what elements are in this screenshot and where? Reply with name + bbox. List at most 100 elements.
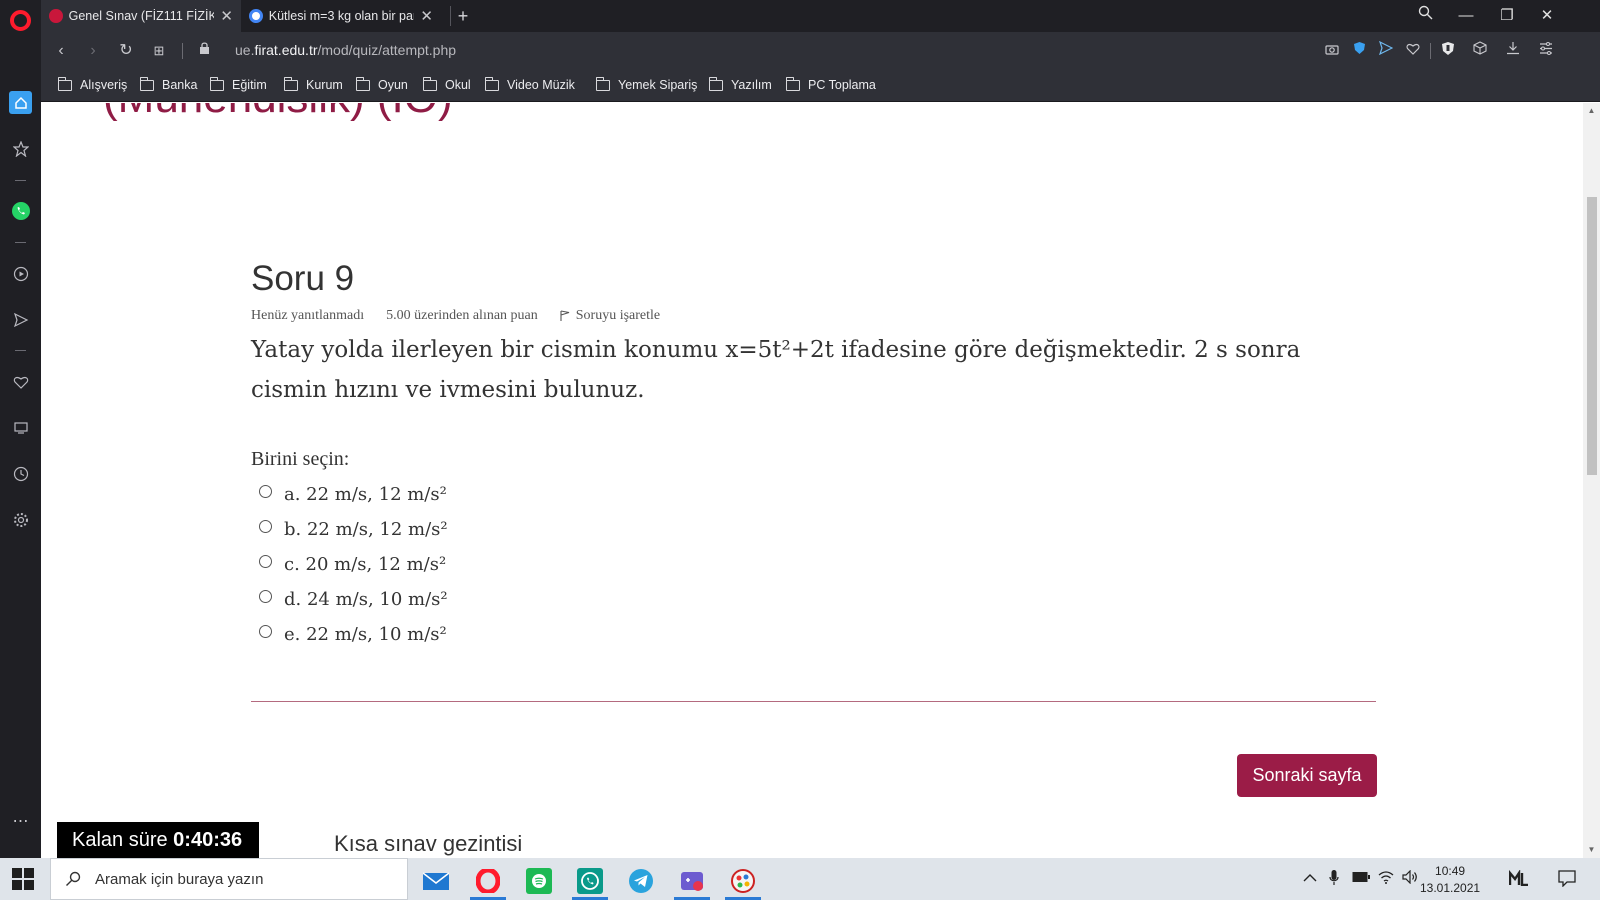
new-tab-button[interactable]: +: [452, 4, 474, 28]
radio-button[interactable]: [259, 555, 272, 568]
timer-value: 0:40:36: [173, 829, 243, 851]
flag-icon: [560, 310, 569, 321]
bookmark-folder[interactable]: Yemek Sipariş: [596, 76, 697, 92]
google-favicon-icon: [249, 9, 263, 23]
more-dots-icon[interactable]: ⋯: [9, 809, 32, 832]
scroll-down-icon[interactable]: ▼: [1586, 845, 1597, 855]
close-icon[interactable]: ✕: [420, 7, 433, 25]
tray-expand-chevron-icon[interactable]: [1303, 870, 1317, 886]
shield-icon[interactable]: [1349, 41, 1369, 61]
home-icon[interactable]: [9, 91, 32, 114]
bookmark-folder[interactable]: Okul: [423, 76, 471, 92]
mail-app-icon[interactable]: [412, 862, 460, 900]
page-content: (Mühendislik) (İÖ) Soru 9 Henüz yanıtlan…: [41, 103, 1583, 858]
app-tray-icon[interactable]: [1508, 869, 1529, 889]
bookmark-folder[interactable]: Banka: [140, 76, 197, 92]
answer-option-c[interactable]: c. 20 m/s, 12 m/s²: [259, 554, 446, 575]
flow-send-icon[interactable]: [9, 308, 32, 331]
reload-icon[interactable]: ↻: [115, 40, 137, 62]
window-close-icon[interactable]: ✕: [1532, 4, 1562, 28]
radio-button[interactable]: [259, 625, 272, 638]
heart-icon[interactable]: [9, 370, 32, 393]
next-page-button[interactable]: Sonraki sayfa: [1237, 754, 1377, 797]
search-tabs-icon[interactable]: [1410, 4, 1440, 28]
answer-option-b[interactable]: b. 22 m/s, 12 m/s²: [259, 519, 448, 540]
adblock-shield-icon[interactable]: [1438, 41, 1458, 61]
answer-option-e[interactable]: e. 22 m/s, 10 m/s²: [259, 624, 447, 645]
game-app-icon[interactable]: [668, 862, 716, 900]
bookmark-folder[interactable]: Oyun: [356, 76, 408, 92]
folder-icon: [423, 76, 437, 91]
bookmark-label: Yazılım: [731, 78, 772, 92]
windows-start-icon[interactable]: [12, 868, 34, 890]
microphone-icon[interactable]: [1329, 870, 1339, 889]
radio-button[interactable]: [259, 590, 272, 603]
extensions-cube-icon[interactable]: [1470, 41, 1490, 61]
course-title: (Mühendislik) (İÖ): [103, 103, 453, 123]
restore-icon[interactable]: ❐: [1492, 4, 1522, 28]
easy-setup-icon[interactable]: [1536, 41, 1556, 61]
bookmark-label: Video Müzik: [507, 78, 575, 92]
taskbar-clock[interactable]: 10:49 13.01.2021: [1420, 863, 1480, 897]
tab-google[interactable]: Kütlesi m=3 kg olan bir par ✕: [241, 0, 441, 32]
toolbar-separator: [1430, 43, 1431, 59]
whatsapp-icon[interactable]: [9, 199, 32, 222]
answer-option-d[interactable]: d. 24 m/s, 10 m/s²: [259, 589, 448, 610]
close-icon[interactable]: ✕: [220, 7, 233, 25]
paint-app-icon[interactable]: [719, 862, 767, 900]
history-clock-icon[interactable]: [9, 462, 32, 485]
tabs-icon[interactable]: [9, 416, 32, 439]
bookmark-folder[interactable]: Alışveriş: [58, 76, 127, 92]
radio-button[interactable]: [259, 520, 272, 533]
sidebar-separator: [15, 180, 26, 181]
bookmark-folder[interactable]: PC Toplama: [786, 76, 876, 92]
opera-logo-icon[interactable]: [10, 10, 31, 31]
taskbar-search-input[interactable]: Aramak için buraya yazın: [50, 858, 408, 900]
spotify-app-icon[interactable]: [515, 862, 563, 900]
lock-icon[interactable]: [193, 40, 215, 62]
download-icon[interactable]: [1503, 41, 1523, 61]
bookmark-label: Oyun: [378, 78, 408, 92]
wifi-icon[interactable]: [1378, 870, 1394, 887]
bookmark-folder[interactable]: Eğitim: [210, 76, 267, 92]
opera-app-icon[interactable]: [464, 862, 512, 900]
flow-send-icon[interactable]: [1376, 40, 1396, 61]
question-heading: Soru 9: [251, 259, 355, 298]
whatsapp-app-icon[interactable]: [566, 862, 614, 900]
browser-sidebar: ⋯: [0, 0, 41, 858]
back-arrow-icon[interactable]: ‹: [50, 40, 72, 62]
scroll-thumb[interactable]: [1587, 197, 1597, 475]
quiz-navigation-heading: Kısa sınav gezintisi: [334, 831, 523, 856]
page-scrollbar[interactable]: ▲ ▼: [1583, 103, 1600, 858]
search-icon: [66, 871, 81, 886]
heart-icon[interactable]: [1403, 41, 1423, 61]
forward-arrow-icon[interactable]: ›: [82, 40, 104, 62]
radio-button[interactable]: [259, 485, 272, 498]
url-field[interactable]: ue.firat.edu.tr/mod/quiz/attempt.php: [235, 42, 456, 58]
flag-label: Soruyu işaretle: [575, 308, 661, 323]
timer-label: Kalan süre: [72, 829, 174, 851]
settings-gear-icon[interactable]: [9, 508, 32, 531]
notification-center-icon[interactable]: [1558, 870, 1576, 890]
battery-icon[interactable]: [1352, 870, 1370, 886]
bookmark-folder[interactable]: Yazılım: [709, 76, 772, 92]
flag-question-link[interactable]: Soruyu işaretle: [560, 308, 682, 324]
bookmark-label: PC Toplama: [808, 78, 876, 92]
telegram-app-icon[interactable]: [617, 862, 665, 900]
folder-icon: [210, 76, 224, 91]
bookmark-folder[interactable]: Kurum: [284, 76, 343, 92]
question-text: Yatay yolda ilerleyen bir cismin konumu …: [251, 337, 1301, 403]
speed-dial-icon[interactable]: [9, 137, 32, 160]
folder-icon: [786, 76, 800, 91]
tab-quiz[interactable]: Genel Sınav (FİZ111 FİZİK-I ( ✕: [41, 0, 241, 32]
volume-icon[interactable]: [1402, 869, 1418, 887]
answer-option-a[interactable]: a. 22 m/s, 12 m/s²: [259, 484, 447, 505]
player-icon[interactable]: [9, 262, 32, 285]
scroll-up-icon[interactable]: ▲: [1586, 106, 1597, 116]
bookmark-folder[interactable]: Video Müzik: [485, 76, 575, 92]
snapshot-camera-icon[interactable]: [1322, 41, 1342, 61]
minimize-icon[interactable]: —: [1451, 4, 1481, 28]
tab-grid-icon[interactable]: ⊞: [148, 40, 170, 62]
bookmark-label: Eğitim: [232, 78, 267, 92]
quiz-timer: Kalan süre 0:40:36: [57, 822, 259, 858]
